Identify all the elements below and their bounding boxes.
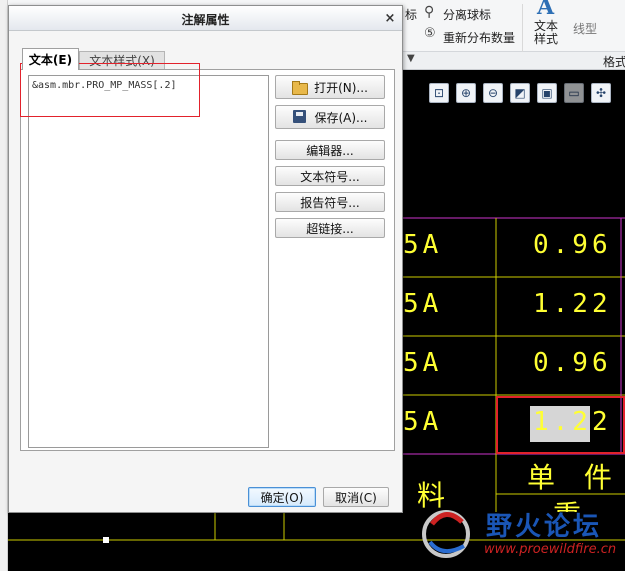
dialog-title: 注解属性 (181, 13, 230, 27)
dialog-titlebar[interactable]: 注解属性 × (9, 6, 402, 31)
cad-cell-left: 5A (403, 407, 443, 437)
group-dropdown-icon[interactable]: ▼ (407, 53, 415, 64)
ribbon-item-detach-balloon[interactable]: 分离球标 (443, 6, 491, 23)
cad-cell-left: 5A (403, 230, 443, 260)
zoom-out-icon[interactable]: ⊖ (483, 83, 503, 103)
watermark-url: www.proewildfire.cn (484, 542, 617, 557)
screen: 订 口 标 ⚲ 分离球标 ⑤ 重新分布数量 A 文本样式 线型 ▼ 格式 ⊡ ⊕… (0, 0, 625, 571)
hyperlink-button[interactable]: 超链接... (275, 218, 385, 238)
cancel-button[interactable]: 取消(C) (323, 487, 389, 507)
report-symbol-button[interactable]: 报告符号... (275, 192, 385, 212)
cad-cell-left: 5A (403, 289, 443, 319)
close-icon[interactable]: × (381, 9, 399, 27)
cad-cell-right: 1.22 (533, 289, 612, 319)
ribbon-group-format: 格式 (603, 55, 625, 69)
ribbon-item-redistribute[interactable]: 重新分布数量 (443, 29, 515, 46)
save-disk-icon (292, 110, 308, 124)
zoom-in-icon[interactable]: ⊕ (456, 83, 476, 103)
annotation-highlight-box (20, 63, 200, 117)
cad-cell-right: 0.96 (533, 230, 612, 260)
text-symbol-button[interactable]: 文本符号... (275, 166, 385, 186)
folder-open-icon (292, 80, 309, 95)
sheet-icon[interactable]: ▭ (564, 83, 584, 103)
watermark-title: 野火论坛 (486, 512, 603, 542)
redistribute-icon[interactable]: ⑤ (424, 26, 436, 41)
ribbon-item-line-style[interactable]: 线型 (573, 20, 597, 37)
repaint-icon[interactable]: ◩ (510, 83, 530, 103)
view-orientation-icon[interactable]: ▣ (537, 83, 557, 103)
tab-text[interactable]: 文本(E) (22, 48, 79, 70)
text-style-icon[interactable]: A (537, 0, 554, 20)
note-text-area[interactable]: &asm.mbr.PRO_MP_MASS[.2] (28, 75, 269, 448)
cad-cell-right-selected[interactable]: 1.22 (533, 407, 612, 437)
tab-panel-text: &asm.mbr.PRO_MP_MASS[.2] 打开(N)... 保存(A).… (20, 69, 395, 451)
cad-label-single: 单 件 (527, 461, 622, 494)
zoom-fit-icon[interactable]: ⊡ (429, 83, 449, 103)
watermark-logo-icon (422, 510, 470, 558)
save-button[interactable]: 保存(A)... (275, 105, 385, 129)
open-button-label: 打开(N)... (314, 80, 368, 95)
watermark: 野火论坛 www.proewildfire.cn (412, 496, 625, 571)
ribbon-separator (522, 4, 523, 52)
display-options-icon[interactable]: ✣ (591, 83, 611, 103)
ribbon-partial-mid: 标 (405, 8, 418, 22)
cad-cell-right: 0.96 (533, 348, 612, 378)
cad-cell-left: 5A (403, 348, 443, 378)
graphics-toolbar: ⊡ ⊕ ⊖ ◩ ▣ ▭ ✣ (403, 70, 625, 114)
open-button[interactable]: 打开(N)... (275, 75, 385, 99)
left-edge-strip (0, 0, 8, 571)
save-button-label: 保存(A)... (314, 110, 368, 125)
ribbon-item-text-style[interactable]: 文本样式 (534, 20, 558, 46)
editor-button[interactable]: 编辑器... (275, 140, 385, 160)
detach-balloon-icon[interactable]: ⚲ (424, 4, 434, 20)
ok-button[interactable]: 确定(O) (248, 487, 316, 507)
